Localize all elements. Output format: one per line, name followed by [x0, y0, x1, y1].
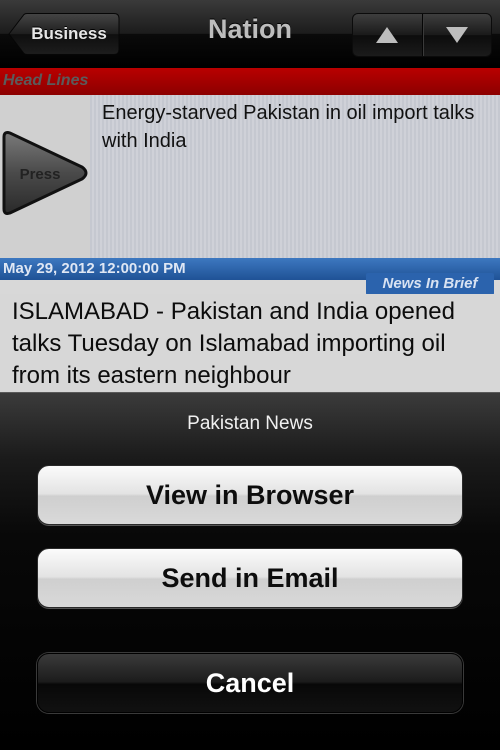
back-button[interactable]: Business: [8, 13, 120, 55]
previous-button[interactable]: [353, 14, 422, 56]
navigation-bar: Business Nation: [0, 0, 500, 68]
send-in-email-label: Send in Email: [161, 562, 339, 593]
headline-row[interactable]: Press Energy-starved Pakistan in oil imp…: [0, 95, 500, 258]
prev-next-segmented-control: [352, 13, 492, 57]
headline-text: Energy-starved Pakistan in oil import ta…: [90, 95, 500, 258]
send-in-email-button[interactable]: Send in Email: [37, 548, 463, 608]
page-title: Nation: [208, 14, 292, 44]
thumbnail-text: Press: [20, 166, 61, 183]
action-sheet-title: Pakistan News: [187, 413, 313, 434]
view-in-browser-label: View in Browser: [145, 479, 355, 510]
triangle-down-icon: [445, 27, 468, 43]
action-sheet: Pakistan News View in Browser Send in Em…: [0, 392, 500, 750]
news-content: Head Lines Press Energy-starved Pakistan…: [0, 68, 500, 392]
back-button-label: Business: [31, 24, 107, 43]
press-play-icon: Press: [2, 131, 88, 215]
triangle-up-icon: [376, 27, 399, 43]
cancel-button[interactable]: Cancel: [37, 653, 463, 713]
news-in-brief-badge: News In Brief: [366, 273, 494, 295]
cancel-label: Cancel: [205, 667, 295, 698]
next-button[interactable]: [421, 14, 492, 56]
view-in-browser-button[interactable]: View in Browser: [37, 465, 463, 525]
story-text: ISLAMABAD - Pakistan and India opened ta…: [0, 294, 500, 392]
section-header: Head Lines: [0, 68, 500, 95]
press-thumbnail: Press: [0, 95, 90, 258]
